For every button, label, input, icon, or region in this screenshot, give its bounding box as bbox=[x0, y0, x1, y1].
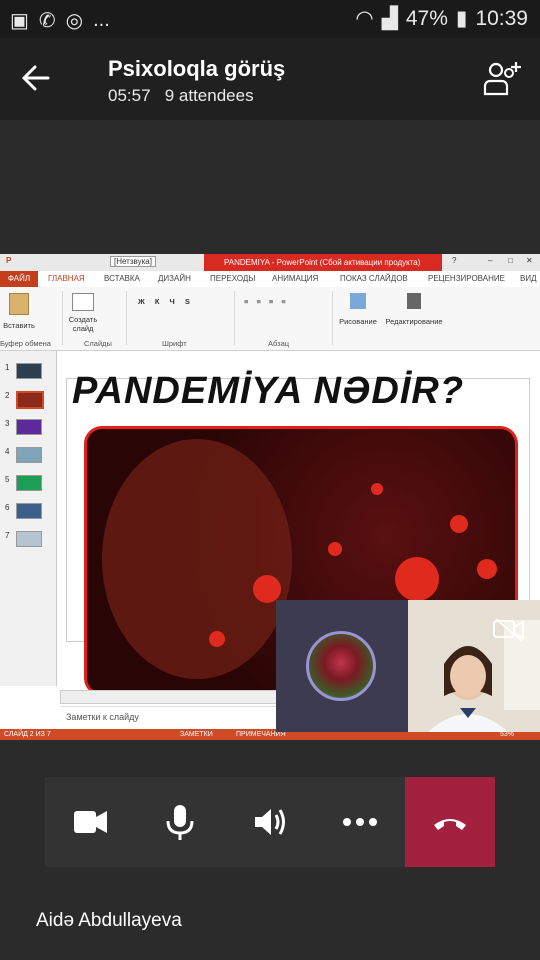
shapes-icon bbox=[350, 293, 366, 309]
presentation-backdrop bbox=[0, 120, 540, 254]
minimize-icon[interactable]: – bbox=[488, 256, 492, 265]
tab-insert[interactable]: ВСТАВКА bbox=[104, 274, 140, 283]
slide-thumbnail[interactable] bbox=[16, 363, 42, 379]
battery-icon: ▮ bbox=[455, 7, 468, 30]
attendee-count: 9 attendees bbox=[164, 86, 254, 105]
drawing-button[interactable]: Рисование bbox=[338, 293, 378, 326]
thumb-number: 3 bbox=[5, 419, 10, 428]
new-slide-label: Создать слайд bbox=[68, 315, 98, 333]
editing-button[interactable]: Редактирование bbox=[384, 293, 444, 326]
back-arrow-icon[interactable] bbox=[18, 60, 54, 96]
video-camera-icon bbox=[74, 811, 107, 833]
slide-thumbnail[interactable] bbox=[16, 475, 42, 491]
avatar bbox=[306, 631, 376, 701]
battery-percent: 47% bbox=[405, 6, 448, 30]
horizontal-scrollbar[interactable] bbox=[60, 690, 302, 704]
tab-view[interactable]: ВИД bbox=[520, 274, 537, 283]
thumb-number: 7 bbox=[5, 531, 10, 540]
meeting-title: Psixoloqla görüş bbox=[108, 56, 286, 81]
phone-icon: ✆ bbox=[38, 10, 56, 32]
add-participants-icon[interactable] bbox=[480, 58, 524, 98]
tab-transitions[interactable]: ПЕРЕХОДЫ bbox=[210, 274, 255, 283]
slide-counter: СЛАЙД 2 ИЗ 7 bbox=[4, 731, 51, 738]
system-status: ◠ ▟ 47% ▮ 10:39 bbox=[355, 6, 528, 31]
camera-button[interactable] bbox=[45, 777, 135, 867]
microphone-button[interactable] bbox=[135, 777, 225, 867]
paragraph-icons[interactable]: ≡ ≡ ≡ ≡ bbox=[244, 297, 289, 306]
hang-up-button[interactable] bbox=[405, 777, 495, 867]
maximize-icon[interactable]: □ bbox=[508, 256, 513, 265]
find-icon bbox=[407, 293, 421, 309]
microphone-icon bbox=[166, 805, 194, 840]
meeting-info: 05:57 9 attendees bbox=[108, 86, 254, 106]
speaker-button[interactable] bbox=[225, 777, 315, 867]
thumb-number: 6 bbox=[5, 503, 10, 512]
participant-name: Aidə Abdullayeva bbox=[36, 910, 182, 931]
tab-design[interactable]: ДИЗАЙН bbox=[158, 274, 191, 283]
font-format-icons[interactable]: Ж К Ч S bbox=[138, 297, 194, 306]
ribbon-divider bbox=[126, 291, 127, 345]
drawing-label: Рисование bbox=[339, 317, 377, 326]
camera-off-icon bbox=[493, 618, 524, 642]
tab-file[interactable]: ФАЙЛ bbox=[0, 271, 38, 287]
group-clipboard: Буфер обмена bbox=[0, 339, 51, 348]
slide-thumbnails: 1 2 3 4 5 6 7 bbox=[0, 351, 57, 686]
signal-icon: ▟ bbox=[381, 7, 398, 30]
ribbon-divider bbox=[332, 291, 333, 345]
clipboard-icon bbox=[9, 293, 29, 315]
group-paragraph: Абзац bbox=[268, 339, 290, 348]
ppt-titlebar: P [Нетзвука] PANDEMIYA - PowerPoint (Сбо… bbox=[0, 254, 540, 271]
slide-thumbnail[interactable] bbox=[16, 419, 42, 435]
slide-thumbnail[interactable] bbox=[16, 447, 42, 463]
tab-slideshow[interactable]: ПОКАЗ СЛАЙДОВ bbox=[340, 274, 408, 283]
powerpoint-icon: P bbox=[6, 256, 12, 265]
tab-animation[interactable]: АНИМАЦИЯ bbox=[272, 274, 318, 283]
thumb-number: 2 bbox=[5, 391, 10, 400]
group-slides: Слайды bbox=[84, 339, 112, 348]
meeting-header: Psixoloqla görüş 05:57 9 attendees bbox=[0, 38, 540, 120]
call-controls bbox=[45, 777, 495, 867]
help-icon[interactable]: ? bbox=[452, 256, 456, 265]
meeting-duration: 05:57 bbox=[108, 86, 151, 105]
language-box[interactable]: [Нетзвука] bbox=[110, 256, 156, 267]
paste-button[interactable]: Вставить bbox=[2, 293, 36, 330]
ribbon-tabs: ГЛАВНАЯ ВСТАВКА ДИЗАЙН ПЕРЕХОДЫ АНИМАЦИЯ… bbox=[0, 271, 540, 288]
thumb-number: 4 bbox=[5, 447, 10, 456]
tab-review[interactable]: РЕЦЕНЗИРОВАНИЕ bbox=[428, 274, 505, 283]
new-slide-icon bbox=[72, 293, 94, 311]
ribbon-divider bbox=[234, 291, 235, 345]
thumb-number: 1 bbox=[5, 363, 10, 372]
ribbon-divider bbox=[62, 291, 63, 345]
paste-label: Вставить bbox=[3, 321, 35, 330]
notification-icons: ▣ ✆ ◎ ... bbox=[10, 8, 110, 33]
wifi-icon: ◠ bbox=[355, 7, 374, 30]
tab-home[interactable]: ГЛАВНАЯ bbox=[48, 274, 85, 283]
speaker-icon bbox=[255, 809, 285, 835]
notes-toggle[interactable]: ЗАМЕТКИ bbox=[180, 729, 213, 740]
phone-hangup-icon bbox=[434, 819, 466, 830]
whatsapp-icon: ◎ bbox=[65, 10, 84, 32]
group-font: Шрифт bbox=[162, 339, 187, 348]
slide-thumbnail[interactable] bbox=[16, 503, 42, 519]
close-icon[interactable]: ✕ bbox=[526, 256, 533, 265]
ribbon: Вставить Создать слайд Ж К Ч S ≡ ≡ ≡ ≡ Р… bbox=[0, 287, 540, 351]
ppt-window-title: PANDEMIYA - PowerPoint (Сбой активации п… bbox=[204, 254, 442, 271]
more-dots-icon bbox=[343, 818, 377, 826]
new-slide-button[interactable]: Создать слайд bbox=[66, 293, 100, 333]
slide-thumbnail-active[interactable] bbox=[16, 391, 44, 409]
editing-label: Редактирование bbox=[385, 317, 443, 326]
status-bar: ▣ ✆ ◎ ... ◠ ▟ 47% ▮ 10:39 bbox=[0, 0, 540, 38]
more-options-button[interactable] bbox=[315, 777, 405, 867]
gallery-icon: ▣ bbox=[10, 10, 29, 32]
thumb-number: 5 bbox=[5, 475, 10, 484]
clock: 10:39 bbox=[475, 6, 528, 30]
more-notifications: ... bbox=[93, 9, 110, 31]
slide-title: PANDEMİYA NƏDİR? bbox=[72, 370, 465, 412]
slide-thumbnail[interactable] bbox=[16, 531, 42, 547]
